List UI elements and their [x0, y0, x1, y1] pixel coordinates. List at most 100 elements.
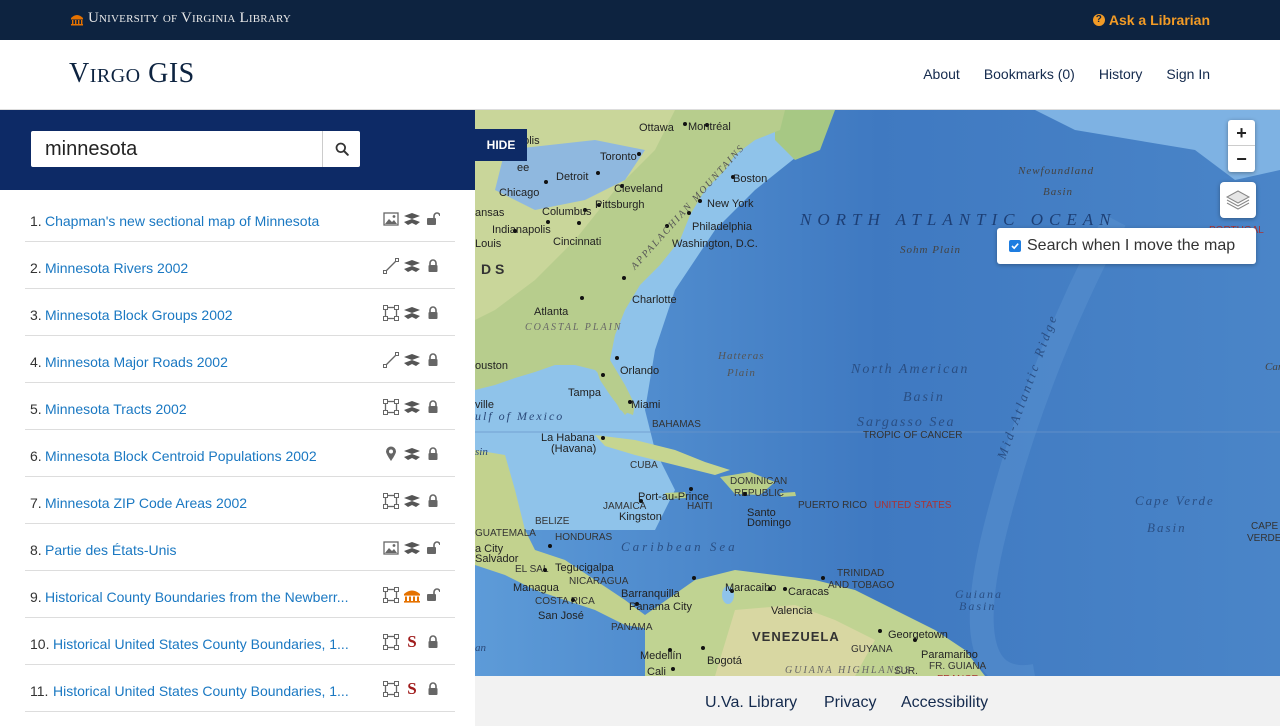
map-basemap[interactable]: NORTH ATLANTIC OCEANOttawa MontréalpolisT… — [475, 110, 1280, 676]
result-icons — [382, 210, 442, 228]
city-dot — [513, 229, 517, 233]
search-input[interactable] — [31, 131, 323, 167]
footer-uva-library-link[interactable]: U.Va. Library — [705, 694, 797, 712]
lock-icon — [424, 492, 442, 510]
map-label-bogota: Bogotá — [707, 655, 743, 667]
result-title-link[interactable]: Historical County Boundaries from the Ne… — [45, 589, 363, 605]
result-title-link[interactable]: Partie des États-Unis — [45, 542, 363, 558]
map-label-panamacity: Panama City — [629, 601, 692, 613]
map-label-orlando: Orlando — [620, 365, 659, 377]
city-dot — [615, 356, 619, 360]
city-dot — [601, 436, 605, 440]
result-row: 4. Minnesota Major Roads 2002 — [25, 336, 455, 383]
city-dot — [577, 221, 581, 225]
result-number: 5. — [30, 401, 42, 417]
result-title-link[interactable]: Chapman's new sectional map of Minnesota — [45, 213, 363, 229]
city-dot — [913, 638, 917, 642]
uva-library-logo[interactable]: University of Virginia Library — [70, 10, 291, 27]
search-band — [0, 110, 475, 190]
institution-icon — [403, 492, 421, 510]
city-dot — [601, 373, 605, 377]
city-dot — [580, 296, 584, 300]
map-label-venezuela: VENEZUELA — [752, 629, 840, 644]
nav-sign-in[interactable]: Sign In — [1166, 66, 1210, 82]
map-label-cali: Cali — [647, 666, 666, 676]
result-number: 7. — [30, 495, 42, 511]
map-label-paramaribo: Paramaribo — [921, 649, 978, 661]
result-row-partial — [25, 712, 455, 726]
footer-accessibility-link[interactable]: Accessibility — [901, 694, 988, 712]
results-list: 1. Chapman's new sectional map of Minneso… — [25, 195, 455, 726]
footer-privacy-link[interactable]: Privacy — [824, 694, 876, 712]
map-label-cape: CAPE — [1251, 521, 1279, 532]
result-row: 1. Chapman's new sectional map of Minneso… — [25, 195, 455, 242]
map-label-highlands: GUIANA HIGHLANDS — [785, 665, 912, 676]
layers-button[interactable] — [1220, 182, 1256, 218]
map-label-barranquilla: Barranquilla — [621, 588, 681, 600]
map-label-puertorico: PUERTO RICO — [798, 500, 867, 511]
result-title-link[interactable]: Minnesota Major Roads 2002 — [45, 354, 363, 370]
result-icons — [382, 257, 442, 275]
map-label-tegucigalpa: Tegucigalpa — [555, 562, 615, 574]
map-label-caracas: Caracas — [788, 586, 829, 598]
map-label-cuba: CUBA — [630, 460, 658, 471]
map-label-nicaragua: NICARAGUA — [569, 576, 629, 587]
zoom-in-button[interactable]: + — [1228, 120, 1255, 146]
map-label-hatteras: Hatteras — [717, 350, 765, 362]
map-label-capeverde: Cape Verde — [1135, 493, 1215, 508]
zoom-control: + − — [1228, 120, 1255, 172]
map-label-tropic: TROPIC OF CANCER — [863, 430, 962, 441]
map-label-guatemala: GUATEMALA — [475, 528, 536, 539]
result-number: 2. — [30, 260, 42, 276]
ask-a-librarian-link[interactable]: ? Ask a Librarian — [1092, 12, 1210, 28]
result-row: 9. Historical County Boundaries from the … — [25, 571, 455, 618]
map-label-hplain: Plain — [726, 367, 756, 379]
search-button[interactable] — [322, 131, 360, 167]
result-icons — [382, 351, 442, 369]
map-label-newyork: New York — [707, 198, 754, 210]
map-label-ee: ee — [517, 162, 529, 174]
checkmark-icon — [1011, 243, 1019, 250]
result-row: 7. Minnesota ZIP Code Areas 2002 — [25, 477, 455, 524]
map-label-atlanta: Atlanta — [534, 306, 569, 318]
map-label-car: Car — [1265, 361, 1280, 373]
result-title-link[interactable]: Minnesota Block Centroid Populations 200… — [45, 448, 363, 464]
polygon-type-icon — [382, 680, 400, 698]
result-title-link[interactable]: Minnesota Block Groups 2002 — [45, 307, 363, 323]
map-label-trinidad: TRINIDAD — [837, 568, 884, 579]
map-label-frguiana: FR. GUIANA — [929, 661, 987, 672]
uva-library-logo-text: University of Virginia Library — [88, 10, 292, 26]
result-title-link[interactable]: Historical United States County Boundari… — [53, 683, 363, 699]
result-number: 4. — [30, 354, 42, 370]
map-label-dominican: DOMINICAN — [730, 476, 787, 487]
result-title-link[interactable]: Minnesota ZIP Code Areas 2002 — [45, 495, 363, 511]
map-label-ottawa: Ottawa — [639, 122, 675, 134]
rotunda-icon — [71, 14, 83, 25]
layers-icon — [1225, 190, 1251, 210]
map-label-costarica: COSTA RICA — [535, 596, 595, 607]
search-when-move-control[interactable]: Search when I move the map — [997, 228, 1256, 264]
result-title-link[interactable]: Minnesota Tracts 2002 — [45, 401, 363, 417]
result-number: 10. — [30, 636, 50, 652]
search-when-move-checkbox[interactable] — [1009, 240, 1021, 252]
map-view[interactable]: NORTH ATLANTIC OCEAN Ottawa Montréal polis T… — [475, 110, 1280, 676]
nav-history[interactable]: History — [1099, 66, 1143, 82]
map-label-newfoundland: Newfoundland — [1017, 165, 1094, 177]
city-dot — [548, 544, 552, 548]
virgo-gis-brand[interactable]: Virgo GIS — [69, 58, 195, 90]
point-type-icon — [382, 445, 400, 463]
result-row: 5. Minnesota Tracts 2002 — [25, 383, 455, 430]
result-title-link[interactable]: Historical United States County Boundari… — [53, 636, 363, 652]
page-footer: U.Va. Library Privacy Accessibility — [475, 676, 1280, 726]
nav-about[interactable]: About — [923, 66, 960, 82]
uva-rotunda-icon — [403, 586, 421, 604]
map-label-cvbasin: Basin — [1147, 520, 1187, 535]
hide-sidebar-button[interactable]: HIDE — [475, 129, 527, 161]
map-label-medellin: Medellín — [640, 650, 682, 662]
result-title-link[interactable]: Minnesota Rivers 2002 — [45, 260, 363, 276]
result-icons — [382, 398, 442, 416]
map-label-sohm: Sohm Plain — [900, 244, 961, 256]
city-dot — [571, 598, 575, 602]
zoom-out-button[interactable]: − — [1228, 146, 1255, 172]
nav-bookmarks[interactable]: Bookmarks (0) — [984, 66, 1075, 82]
